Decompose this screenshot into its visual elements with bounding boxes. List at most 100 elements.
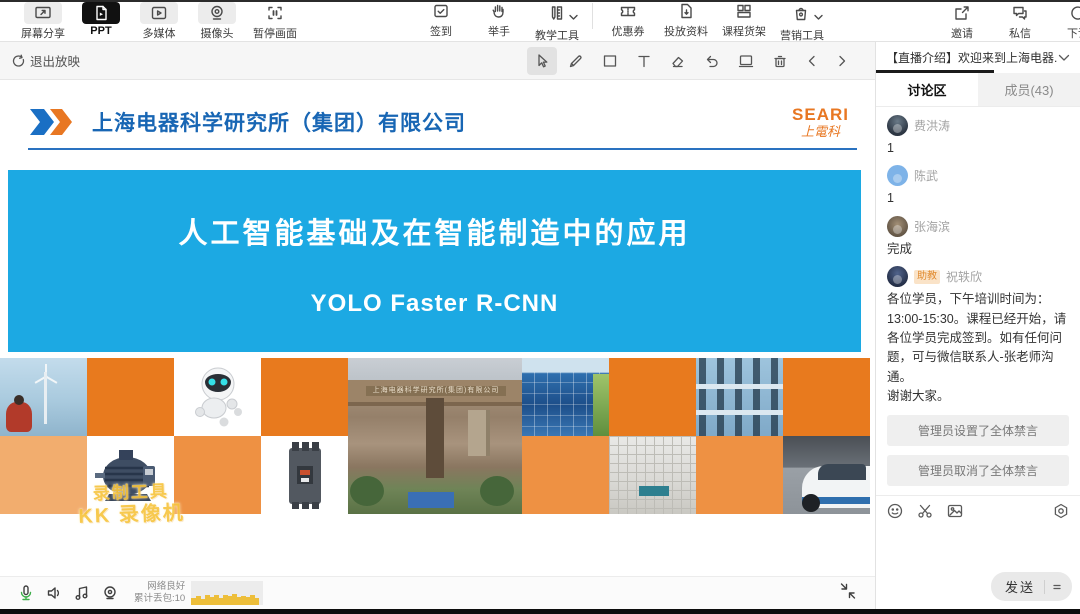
chevron-down-icon [1058,54,1070,62]
toolbar-invite[interactable]: 邀请 [933,2,991,41]
chat-message-header: 费洪涛 [887,115,1069,136]
toolbar-label: 屏幕分享 [21,25,65,41]
chat-message-text: 1 [887,139,1069,158]
slide-subtitle: YOLO Faster R-CNN [311,290,559,318]
toolbar-media-group: 屏幕分享 PPT 多媒体 摄像头 暂停画面 [14,2,304,41]
orange-tile [174,436,261,514]
whiteboard-icon [737,52,755,70]
send-label: 发送 [1005,577,1035,596]
avatar[interactable] [887,165,908,186]
prev-slide-button[interactable] [799,47,825,75]
clear-button[interactable] [765,47,795,75]
network-sparkline [191,581,263,605]
toolbar-raise-hand[interactable]: 举手 [470,0,528,39]
chat-username: 祝轶欣 [946,268,982,285]
app-window: 屏幕分享 PPT 多媒体 摄像头 暂停画面 [0,0,1080,614]
screenshot-button[interactable] [916,502,934,520]
slide-canvas[interactable]: 上海电器科学研究所（集团）有限公司 SEARI 上電科 人工智能基础及在智能制造… [0,80,875,576]
toolbar-pause-screen[interactable]: 暂停画面 [246,2,304,41]
webcam-button[interactable] [96,583,124,603]
annotation-tools [527,47,865,75]
tab-members[interactable]: 成员(43) [978,73,1080,106]
trash-icon [771,52,789,70]
eraser-tool-button[interactable] [663,47,693,75]
avatar[interactable] [887,266,908,287]
camera-icon [198,2,236,24]
tab-discussion[interactable]: 讨论区 [876,73,978,106]
photo-solar-panels [522,358,609,436]
toolbar-coupon[interactable]: 优惠券 [599,0,657,39]
chat-message-header: 助教 祝轶欣 [887,266,1069,287]
eraser-icon [669,52,687,70]
speaker-button[interactable] [40,583,68,603]
pen-tool-button[interactable] [561,47,591,75]
orange-tile [0,436,87,514]
board-button[interactable] [731,47,761,75]
toolbar-teaching-group: 签到 举手 教学工具 优惠券 [412,0,831,43]
chat-message: 张海滨 完成 [887,216,1069,259]
toolbar-endclass-group: 下课 [1049,2,1080,41]
sign-in-icon [422,0,460,22]
toolbar-ppt[interactable]: PPT [72,2,130,37]
chat-message: 助教 祝轶欣 各位学员，下午培训时间为：13:00-15:30。课程已经开始，请… [887,266,1069,406]
toolbar-materials[interactable]: 投放资料 [657,0,715,39]
photo-circuit-breaker [261,436,348,514]
toolbar-course-shelf[interactable]: 课程货架 [715,0,773,39]
toolbar-screen-share[interactable]: 屏幕分享 [14,2,72,41]
live-intro-title: 【直播介绍】欢迎来到上海电器... [886,49,1058,66]
chat-message-header: 陈武 [887,165,1069,186]
exit-presentation-icon [10,53,25,68]
toolbar-multimedia[interactable]: 多媒体 [130,2,188,41]
emoji-button[interactable] [886,502,904,520]
microphone-button[interactable] [12,583,40,603]
toolbar-label: 暂停画面 [253,25,297,41]
avatar[interactable] [887,216,908,237]
chat-panel: 【直播介绍】欢迎来到上海电器... 讨论区 成员(43) 费洪涛 1 [875,42,1080,609]
select-tool-button[interactable] [527,47,557,75]
packet-loss-label: 累计丢包:10 [134,593,185,605]
photo-anechoic-chamber [609,436,696,514]
toolbar-end-class[interactable]: 下课 [1049,2,1080,41]
toolbar-sign-in[interactable]: 签到 [412,0,470,39]
main-row: 退出放映 [0,42,1080,609]
exit-presentation-button[interactable]: 退出放映 [10,51,80,70]
shape-tool-button[interactable] [595,47,625,75]
toolbar-marketing-tools[interactable]: 营销工具 [773,0,831,43]
send-options-icon[interactable] [1052,582,1062,592]
collapse-toolbar-button[interactable] [839,582,857,605]
network-quality-label: 网络良好 [134,581,185,593]
panel-tabs: 讨论区 成员(43) [876,73,1080,107]
send-button[interactable]: 发送 [991,572,1072,601]
toolbar-label: 多媒体 [143,25,176,41]
chat-username: 陈武 [914,167,938,184]
orange-tile [696,436,783,514]
assistant-badge: 助教 [914,270,940,284]
toolbar-teaching-tools[interactable]: 教学工具 [528,0,586,43]
toolbar-camera[interactable]: 摄像头 [188,2,246,41]
toolbar-private-message[interactable]: 私信 [991,2,1049,41]
orange-tile [87,358,174,436]
text-tool-button[interactable] [629,47,659,75]
chat-settings-button[interactable] [1052,502,1070,520]
chevron-right-icon [835,54,849,68]
chat-input[interactable] [876,520,1080,572]
avatar[interactable] [887,115,908,136]
music-button[interactable] [68,583,96,603]
pause-screen-icon [256,2,294,24]
chat-message-list[interactable]: 费洪涛 1 陈武 1 张海滨 完成 [876,107,1080,495]
network-status: 网络良好 累计丢包:10 [134,581,185,605]
orange-tile [609,358,696,436]
live-intro-bar[interactable]: 【直播介绍】欢迎来到上海电器... [876,42,1080,70]
image-button[interactable] [946,502,964,520]
toolbar-label: PPT [90,25,111,37]
chat-message-header: 张海滨 [887,216,1069,237]
undo-button[interactable] [697,47,727,75]
toolbar-social-group: 邀请 私信 [933,2,1049,41]
next-slide-button[interactable] [829,47,855,75]
company-name: 上海电器科学研究所（集团）有限公司 [92,107,466,137]
chat-message-text: 完成 [887,240,1069,259]
toolbar-label: 优惠券 [612,23,645,39]
slide-title-block: 人工智能基础及在智能制造中的应用 YOLO Faster R-CNN [8,170,861,352]
send-divider [1044,580,1045,594]
seari-logo: SEARI 上電科 [792,106,857,138]
